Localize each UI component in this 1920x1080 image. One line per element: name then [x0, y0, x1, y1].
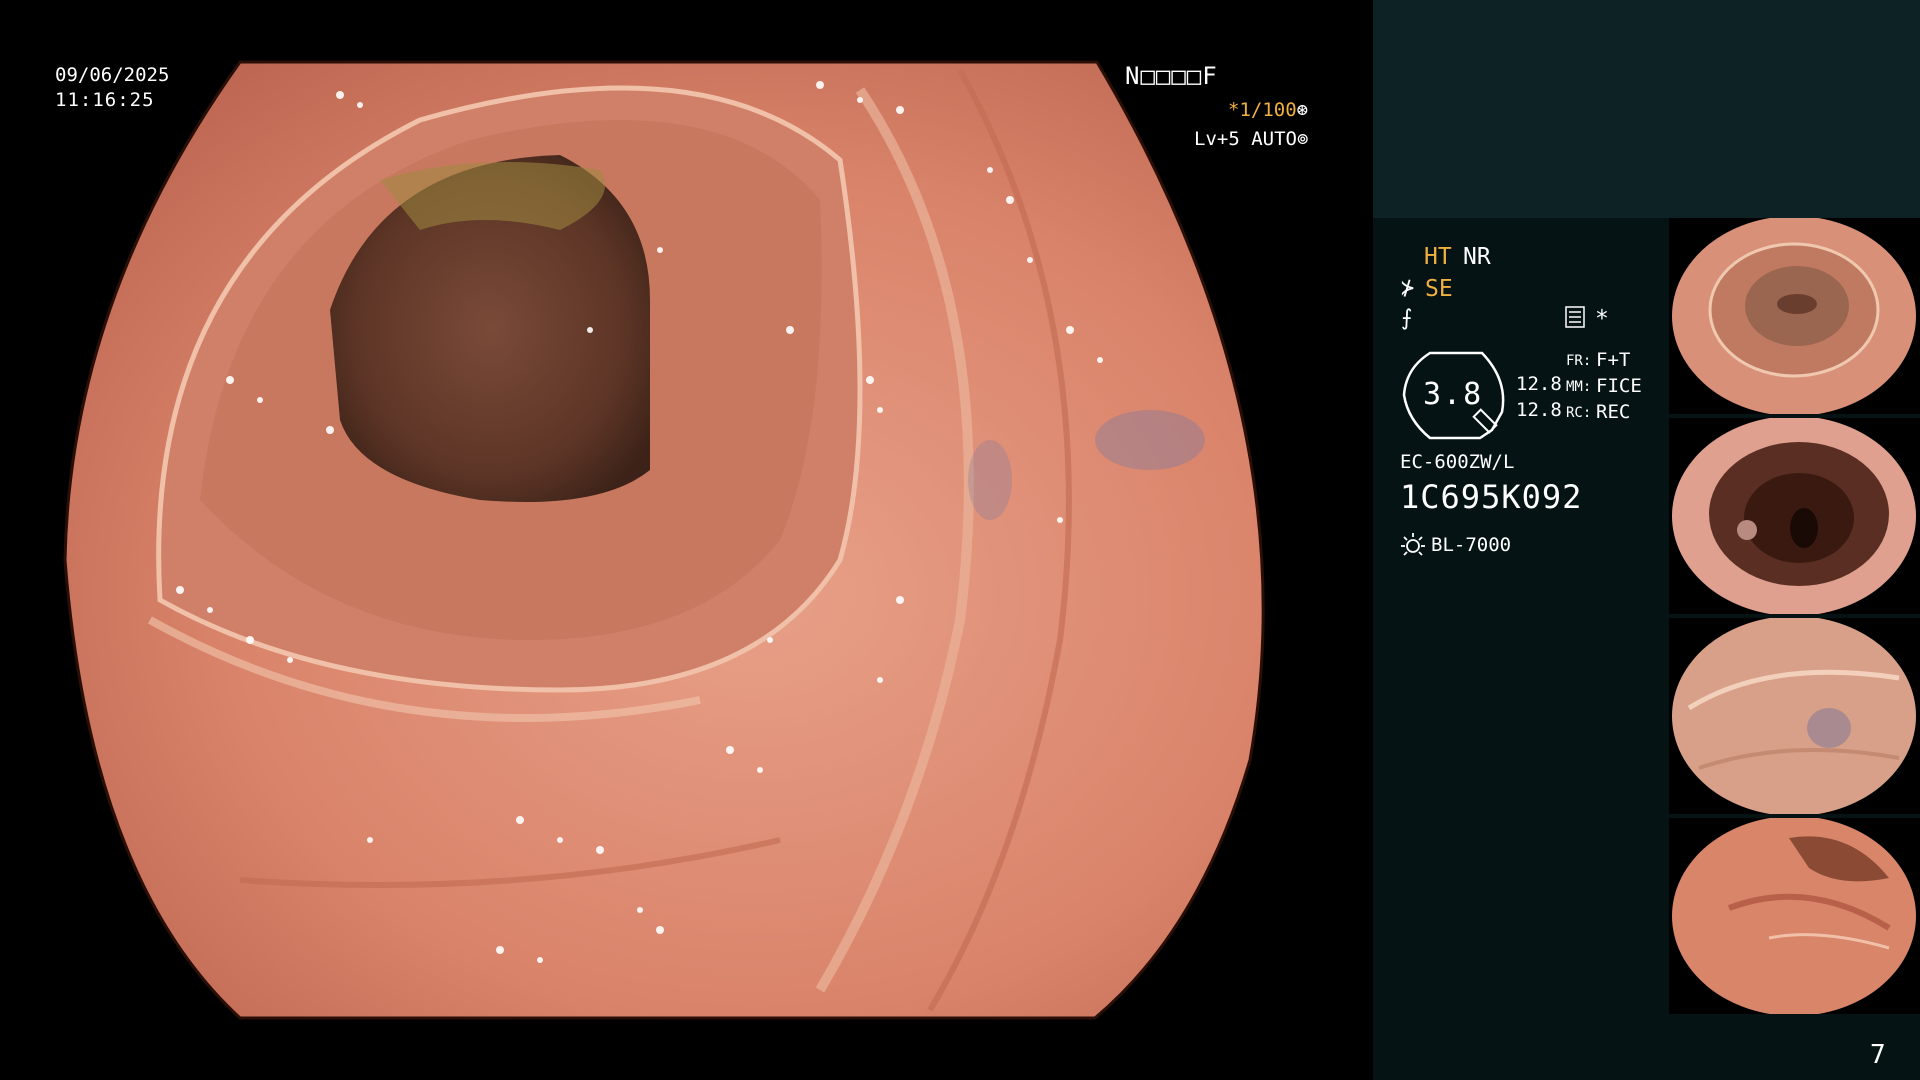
shutter-speed: *1/100⊛ [1228, 99, 1308, 121]
thumbnail-4-image [1672, 818, 1916, 1014]
exam-time: 11:16:25 [55, 89, 155, 111]
nr-indicator: NR [1463, 244, 1491, 270]
thumbnail-2-image [1672, 418, 1916, 614]
value-2: 12.8 [1516, 399, 1562, 421]
thumbnail-1[interactable] [1669, 218, 1920, 414]
brightness-level-text: Lv+5 AUTO [1194, 128, 1297, 150]
brightness-level: Lv+5 AUTO⊚ [1194, 128, 1308, 150]
se-indicator: SE [1425, 276, 1453, 302]
patient-id: N□□□□F [1125, 62, 1218, 90]
menu-icon [1565, 306, 1585, 334]
light-source-model: BL-7000 [1431, 534, 1512, 556]
exam-date: 09/06/2025 [55, 64, 170, 86]
side-panel: HT NR ⊁ SE ⨍ * 3.8 12.8 12.8 FR: F+T MM:… [1373, 0, 1920, 1080]
light-source-icon [1401, 533, 1425, 556]
aperture-icon: ⊛ [1296, 99, 1309, 121]
thumbnail-4[interactable] [1669, 818, 1920, 1014]
rc-label: RC: [1566, 405, 1592, 421]
page-number: 7 [1870, 1040, 1886, 1070]
ht-indicator: HT [1424, 244, 1452, 270]
fr-label: FR: [1566, 353, 1592, 369]
mm-label: MM: [1566, 379, 1592, 395]
structure-enhance-icon: ⊁ [1401, 276, 1415, 301]
thumbnail-2[interactable] [1669, 418, 1920, 614]
top-band [1373, 0, 1920, 218]
main-endoscope-view: 09/06/2025 11:16:25 N□□□□F *1/100⊛ Lv+5 … [0, 0, 1373, 1080]
thumbnail-1-image [1672, 218, 1916, 414]
zoom-value: 3.8 [1423, 377, 1484, 412]
value-1: 12.8 [1516, 373, 1562, 395]
auto-iris-icon: ⊚ [1296, 128, 1309, 150]
filter-icon: ⨍ [1401, 306, 1413, 331]
fr-value: F+T [1596, 349, 1631, 371]
thumbnail-3[interactable] [1669, 618, 1920, 814]
colon-lumen-image [63, 60, 1265, 1020]
shutter-speed-text: *1/100 [1228, 99, 1297, 121]
star-indicator: * [1595, 306, 1609, 332]
scope-model: EC-600ZW/L [1400, 451, 1515, 473]
scope-serial: 1C695K092 [1400, 478, 1583, 516]
thumbnail-3-image [1672, 618, 1916, 814]
mm-value: FICE [1596, 375, 1642, 397]
rc-value: REC [1596, 401, 1631, 423]
